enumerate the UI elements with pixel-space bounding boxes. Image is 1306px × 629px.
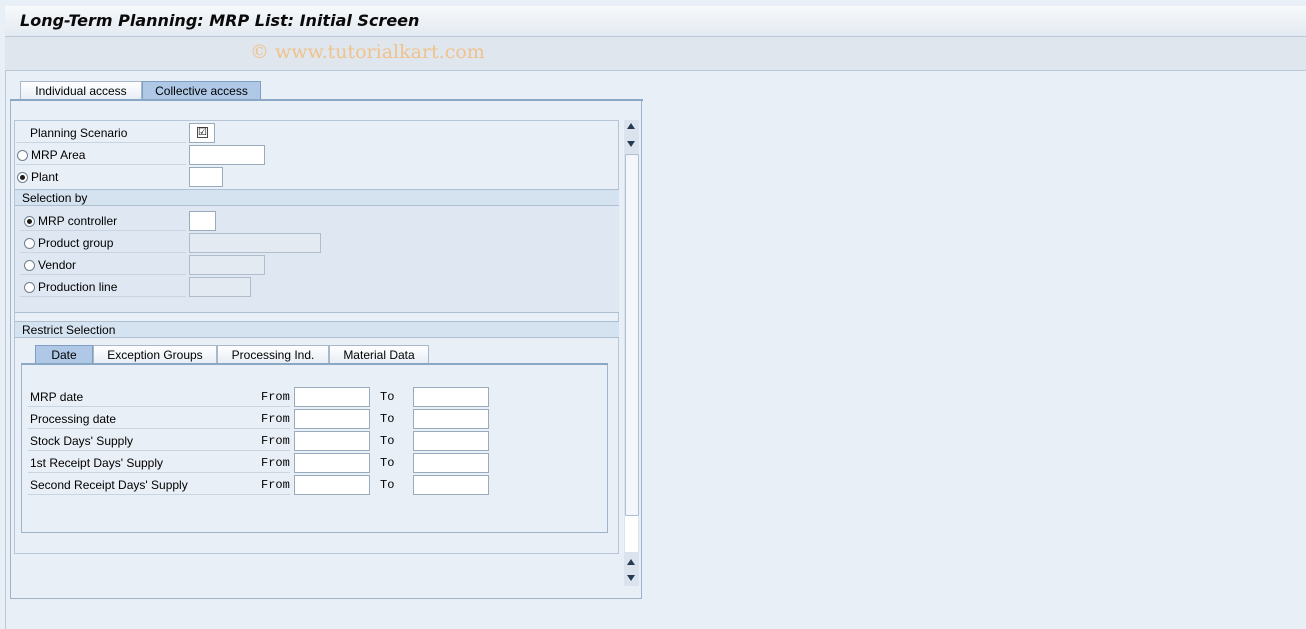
tab-collective-access[interactable]: Collective access	[142, 81, 261, 100]
row-divider	[28, 494, 290, 495]
application-toolbar: © www.tutorialkart.com	[5, 37, 1306, 71]
first-receipt-days-supply-from-input[interactable]	[294, 453, 370, 473]
plant-radio[interactable]	[17, 172, 28, 183]
from-label: From	[261, 456, 290, 470]
vendor-input[interactable]	[189, 255, 265, 275]
window-left-border	[5, 70, 6, 629]
production-line-label: Production line	[38, 280, 118, 294]
vendor-radio[interactable]	[24, 260, 35, 271]
plant-input[interactable]	[189, 167, 223, 187]
scroll-down-arrow-icon[interactable]	[627, 141, 635, 147]
processing-date-from-input[interactable]	[294, 409, 370, 429]
vertical-scrollbar[interactable]	[624, 120, 639, 586]
restrict-selection-header: Restrict Selection	[15, 321, 619, 338]
row-divider	[16, 142, 186, 143]
second-receipt-days-supply-label: Second Receipt Days' Supply	[30, 478, 188, 492]
row-divider	[28, 472, 290, 473]
to-label: To	[380, 434, 395, 448]
title-bar: Long-Term Planning: MRP List: Initial Sc…	[5, 6, 1306, 37]
scroll-page-up-icon[interactable]	[627, 559, 635, 565]
planning-scenario-checkbox[interactable]: ☑	[189, 123, 215, 143]
selection-by-title: Selection by	[22, 191, 88, 205]
row-divider	[20, 274, 186, 275]
product-group-label: Product group	[38, 236, 114, 250]
to-label: To	[380, 456, 395, 470]
second-receipt-days-supply-from-input[interactable]	[294, 475, 370, 495]
product-group-input[interactable]	[189, 233, 321, 253]
mrp-controller-label: MRP controller	[38, 214, 118, 228]
product-group-radio[interactable]	[24, 238, 35, 249]
vendor-label: Vendor	[38, 258, 77, 272]
tab-processing-ind[interactable]: Processing Ind.	[217, 345, 329, 364]
production-line-radio[interactable]	[24, 282, 35, 293]
first-receipt-days-supply-label: 1st Receipt Days' Supply	[30, 456, 164, 470]
first-receipt-days-supply-to-input[interactable]	[413, 453, 489, 473]
mrp-date-from-input[interactable]	[294, 387, 370, 407]
window-title: Long-Term Planning: MRP List: Initial Sc…	[20, 11, 420, 30]
selection-by-header: Selection by	[15, 189, 619, 206]
scrollbar-track	[625, 516, 638, 552]
row-divider	[28, 450, 290, 451]
from-label: From	[261, 412, 290, 426]
processing-date-to-input[interactable]	[413, 409, 489, 429]
tab-material-data[interactable]: Material Data	[329, 345, 429, 364]
plant-label: Plant	[31, 170, 59, 184]
processing-date-label: Processing date	[30, 412, 117, 426]
scroll-page-down-icon[interactable]	[627, 575, 635, 581]
restrict-selection-title: Restrict Selection	[22, 323, 116, 337]
stock-days-supply-from-input[interactable]	[294, 431, 370, 451]
row-divider	[20, 296, 186, 297]
stock-days-supply-to-input[interactable]	[413, 431, 489, 451]
mrp-area-label: MRP Area	[31, 148, 86, 162]
mrp-controller-radio[interactable]	[24, 216, 35, 227]
to-label: To	[380, 478, 395, 492]
mrp-area-input[interactable]	[189, 145, 265, 165]
to-label: To	[380, 412, 395, 426]
row-divider	[20, 230, 186, 231]
watermark: © www.tutorialkart.com	[250, 41, 485, 63]
second-receipt-days-supply-to-input[interactable]	[413, 475, 489, 495]
from-label: From	[261, 478, 290, 492]
production-line-input[interactable]	[189, 277, 251, 297]
row-divider	[28, 428, 290, 429]
tab-exception-groups[interactable]: Exception Groups	[93, 345, 217, 364]
row-divider	[16, 164, 186, 165]
from-label: From	[261, 434, 290, 448]
mrp-date-to-input[interactable]	[413, 387, 489, 407]
from-label: From	[261, 390, 290, 404]
scrollbar-thumb[interactable]	[625, 154, 639, 516]
mrp-controller-input[interactable]	[189, 211, 216, 231]
scroll-up-arrow-icon[interactable]	[627, 123, 635, 129]
mrp-date-label: MRP date	[30, 390, 84, 404]
stock-days-supply-label: Stock Days' Supply	[30, 434, 134, 448]
tab-date[interactable]: Date	[35, 345, 93, 364]
planning-scenario-label: Planning Scenario	[30, 126, 128, 140]
checkbox-check-icon: ☑	[197, 127, 208, 138]
to-label: To	[380, 390, 395, 404]
row-divider	[20, 252, 186, 253]
row-divider	[28, 406, 290, 407]
mrp-area-radio[interactable]	[17, 150, 28, 161]
tab-individual-access[interactable]: Individual access	[20, 81, 142, 100]
